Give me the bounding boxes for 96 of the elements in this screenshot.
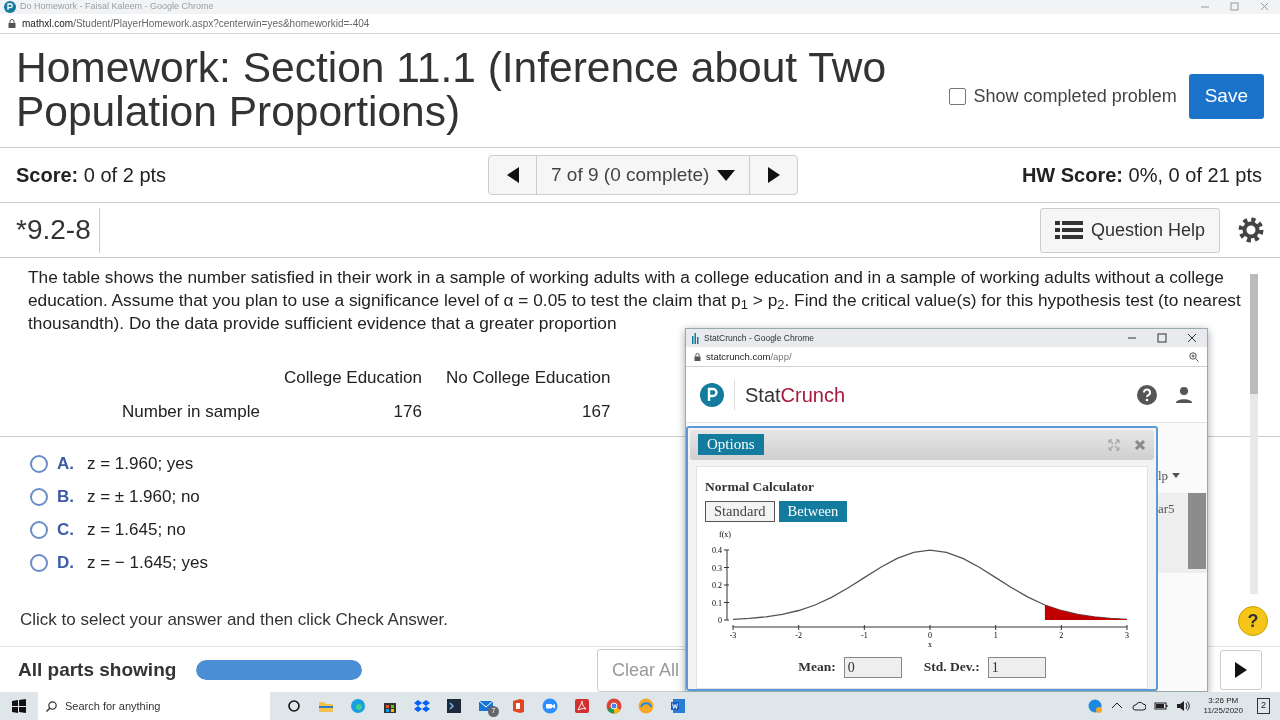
tick-label: 3 <box>1125 631 1129 640</box>
window-title: StatCrunch - Google Chrome <box>704 331 815 345</box>
calculator-title: Normal Calculator <box>705 477 816 496</box>
question-number: *9.2-8 <box>16 207 100 253</box>
scrollbar[interactable] <box>1188 493 1206 570</box>
question-selector[interactable]: 7 of 9 (0 complete) <box>536 156 751 194</box>
right-triangle-icon <box>767 167 780 183</box>
window-title: Do Homework - Faisal Kaleem - Google Chrome <box>20 0 214 14</box>
next-button[interactable] <box>1220 650 1262 690</box>
axis-label: f(x) <box>719 530 731 539</box>
score-text: Score: 0 of 2 pts <box>16 163 168 188</box>
scrollbar[interactable] <box>1250 274 1258 594</box>
search-icon <box>46 700 57 712</box>
address-text[interactable]: statcrunch.com/app/ <box>706 349 792 364</box>
windows-start-icon[interactable] <box>12 699 26 713</box>
tick-label: 0 <box>928 631 932 640</box>
radio-button[interactable] <box>30 454 48 473</box>
battery-icon[interactable] <box>1153 699 1168 713</box>
table-cell-text: 167 <box>581 400 612 423</box>
choice-letter: D. <box>57 551 75 574</box>
notification-count[interactable]: 2 <box>1257 698 1270 714</box>
hw-score-text: HW Score: 0%, 0 of 21 pts <box>1021 163 1262 188</box>
choice-text[interactable]: z = 1.960; yes <box>87 450 194 477</box>
field-label: Mean: <box>798 658 836 677</box>
mode-tab[interactable]: Between <box>778 501 848 522</box>
input-field[interactable]: 0 <box>843 657 902 678</box>
choice-letter: C. <box>57 518 75 541</box>
menu-label[interactable]: lp <box>1158 465 1169 486</box>
choice-letter: B. <box>57 485 75 508</box>
tick-label: -2 <box>795 631 802 640</box>
radio-button[interactable] <box>30 553 48 572</box>
table-cell-text: 176 <box>392 400 423 423</box>
input-field[interactable]: 1 <box>987 657 1046 678</box>
column-header: No College Education <box>444 367 612 389</box>
tick-label: 1 <box>993 631 998 640</box>
page-title: Homework: Section 11.1 (Inference about Two Population Proportions) <box>16 46 888 134</box>
tick-label: 0 <box>718 616 722 625</box>
dropbox-icon[interactable] <box>414 698 430 714</box>
column-header: ar5 <box>1158 500 1176 519</box>
choice-text[interactable]: z = 1.645; no <box>87 516 186 543</box>
list-icon <box>1054 220 1083 240</box>
speaker-icon[interactable] <box>1175 699 1190 713</box>
radio-button[interactable] <box>30 487 48 506</box>
tick-label: 2 <box>1059 631 1064 640</box>
terminal-icon[interactable] <box>446 698 462 714</box>
tick-label: 0.3 <box>712 563 722 573</box>
address-text[interactable]: mathxl.com/Student/PlayerHomework.aspx?centerwin=yes&homeworkid=-404 <box>22 16 370 31</box>
office-icon[interactable] <box>510 698 526 714</box>
word-icon[interactable] <box>670 698 686 714</box>
cloud-icon[interactable] <box>1131 699 1146 713</box>
pearson-logo-icon <box>700 382 724 407</box>
question-help-button[interactable]: Question Help <box>1039 207 1220 253</box>
choice-letter: A. <box>57 452 75 475</box>
field-label: Std. Dev.: <box>923 658 980 677</box>
axis-label: x <box>928 640 932 649</box>
right-triangle-icon <box>1235 662 1247 678</box>
chrome-icon[interactable] <box>606 698 622 714</box>
caret-icon <box>717 169 736 181</box>
row-label: Number in sample <box>121 400 261 423</box>
instruction-text: Click to select your answer and then click Check Answer. <box>20 609 449 631</box>
lock-icon <box>694 352 701 361</box>
zoom-icon[interactable] <box>1189 351 1199 362</box>
caret-icon <box>1172 473 1181 478</box>
task-view-icon[interactable] <box>286 698 302 714</box>
tick-label: -1 <box>861 631 868 640</box>
pdf-icon[interactable] <box>574 698 590 714</box>
parts-label: All parts showing <box>18 657 178 682</box>
tick-label: 0.4 <box>712 546 722 555</box>
save-button[interactable]: Save <box>1188 74 1264 119</box>
tick-label: 0.2 <box>712 581 722 590</box>
column-header: College Education <box>282 367 423 389</box>
brand-name: StatCrunch <box>734 379 846 410</box>
search-field[interactable]: Search for anything <box>38 692 270 720</box>
mode-tab[interactable]: Standard <box>705 501 775 522</box>
lock-icon <box>8 19 16 28</box>
browser-icon[interactable] <box>638 698 654 714</box>
pearson-logo-icon <box>4 1 16 13</box>
clock[interactable]: 3:26 PM 11/25/2020 <box>1203 696 1243 716</box>
tick-label: -3 <box>729 631 737 640</box>
left-triangle-icon <box>506 167 519 183</box>
checkbox-label[interactable]: Show completed problem <box>973 82 1177 110</box>
question-text: The table shows the number satisfied in their work in a sample of working adults with a college education and in a sample of working adults without a college education. Assume that you plan to use a significance level of α = 0.05 to test the claim that p$_{1}$ > p$_{2}$. Find the critical value(s) for this hypothesis test (to nearest thousandth). Do the data provide sufficient evidence that a greater proportion <box>28 266 1242 334</box>
choice-text[interactable]: z = − 1.645; yes <box>87 549 208 576</box>
settings-icon[interactable] <box>1238 217 1264 243</box>
checkbox[interactable] <box>948 87 966 105</box>
user-icon[interactable] <box>1175 385 1193 404</box>
tick-label: 0.1 <box>712 598 722 608</box>
video-camera-icon[interactable] <box>542 698 558 714</box>
help-button[interactable]: ? <box>1238 606 1268 636</box>
mail-icon[interactable] <box>478 698 494 714</box>
options-button[interactable]: Options <box>698 434 764 456</box>
statcrunch-icon <box>692 332 699 344</box>
y-axis <box>723 549 730 621</box>
search-placeholder: Search for anything <box>65 698 161 714</box>
radio-button[interactable] <box>30 520 48 539</box>
choice-text[interactable]: z = ± 1.960; no <box>87 483 200 510</box>
